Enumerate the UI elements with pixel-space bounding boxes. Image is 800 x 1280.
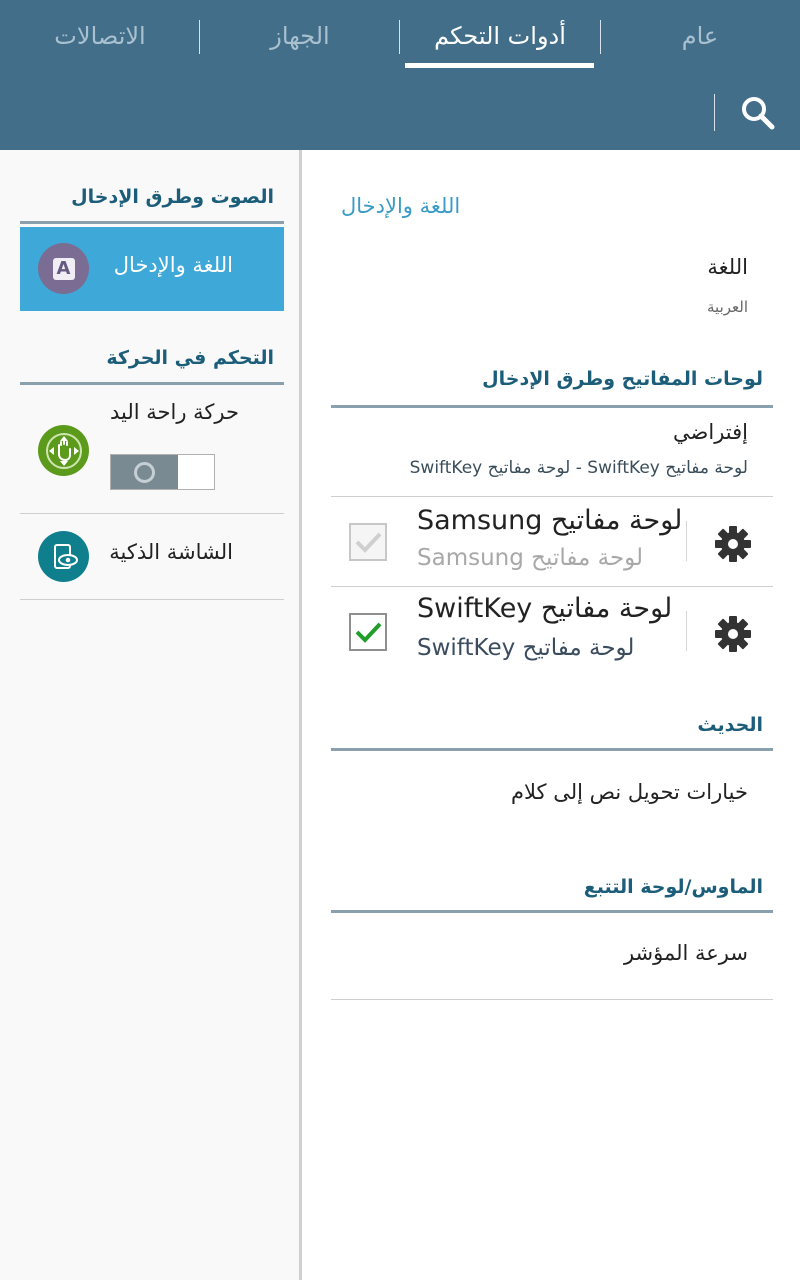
samsung-keyboard-subtitle: لوحة مفاتيح Samsung: [417, 545, 644, 571]
default-keyboard-value: لوحة مفاتيح SwiftKey - لوحة مفاتيح Swift…: [409, 458, 748, 478]
samsung-keyboard-title: لوحة مفاتيح Samsung: [417, 505, 683, 536]
swiftkey-keyboard-subtitle: لوحة مفاتيح SwiftKey: [417, 635, 635, 661]
list-divider: [20, 599, 284, 600]
keyboard-row-samsung: لوحة مفاتيح Samsung لوحة مفاتيح Samsung: [331, 497, 773, 587]
tts-options-label: خيارات تحويل نص إلى كلام: [511, 780, 748, 804]
tab-divider: [600, 20, 601, 54]
menu-item-smart-screen[interactable]: الشاشة الذكية: [20, 514, 284, 598]
tab-connections[interactable]: الاتصالات: [0, 0, 200, 72]
default-keyboard-setting[interactable]: إفتراضي لوحة مفاتيح SwiftKey - لوحة مفات…: [331, 408, 773, 496]
language-value: العربية: [707, 298, 748, 316]
breadcrumb: اللغة والإدخال: [341, 194, 461, 218]
search-button[interactable]: [728, 84, 788, 142]
tab-general[interactable]: عام: [600, 0, 800, 72]
active-tab-indicator: [405, 63, 594, 68]
gear-icon[interactable]: [713, 524, 753, 564]
samsung-keyboard-checkbox[interactable]: [349, 523, 387, 561]
settings-screen: عام أدوات التحكم الجهاز الاتصالات الصوت …: [0, 0, 800, 1280]
settings-detail: اللغة والإدخال اللغة العربية لوحات المفا…: [305, 150, 800, 1280]
swiftkey-keyboard-title: لوحة مفاتيح SwiftKey: [417, 593, 673, 624]
palm-motion-label: حركة راحة اليد: [110, 400, 239, 424]
toolbar-divider: [714, 94, 715, 131]
tts-options-setting[interactable]: خيارات تحويل نص إلى كلام: [331, 751, 773, 839]
menu-item-language-input[interactable]: A اللغة والإدخال: [20, 227, 284, 311]
smart-screen-icon: [38, 531, 89, 582]
row-divider: [686, 521, 687, 561]
menu-item-palm-motion[interactable]: حركة راحة اليد: [20, 388, 284, 512]
language-icon: A: [38, 243, 89, 294]
section-header-speech: الحديث: [331, 714, 773, 751]
language-setting[interactable]: اللغة العربية: [331, 240, 773, 330]
row-divider: [686, 611, 687, 651]
section-header-sound-input: الصوت وطرق الإدخال: [20, 186, 284, 224]
smart-screen-label: الشاشة الذكية: [109, 540, 233, 564]
menu-item-label: اللغة والإدخال: [113, 253, 233, 277]
swiftkey-keyboard-checkbox[interactable]: [349, 613, 387, 651]
pointer-speed-setting[interactable]: سرعة المؤشر: [331, 913, 773, 999]
pointer-speed-label: سرعة المؤشر: [623, 941, 748, 965]
palm-motion-toggle[interactable]: [110, 454, 215, 490]
top-tab-bar: عام أدوات التحكم الجهاز الاتصالات: [0, 0, 800, 150]
section-header-mouse: الماوس/لوحة التتبع: [331, 876, 773, 913]
gear-icon[interactable]: [713, 614, 753, 654]
tab-divider: [199, 20, 200, 54]
language-title: اللغة: [707, 255, 748, 279]
section-header-motion: التحكم في الحركة: [20, 347, 284, 385]
search-icon: [742, 97, 775, 130]
category-list: الصوت وطرق الإدخال A اللغة والإدخال التح…: [0, 150, 302, 1280]
toggle-knob: [111, 455, 178, 489]
language-icon-letter: A: [52, 257, 75, 280]
palm-motion-icon: [38, 425, 89, 476]
tab-device[interactable]: الجهاز: [200, 0, 400, 72]
section-header-keyboards: لوحات المفاتيح وطرق الإدخال: [331, 368, 773, 408]
keyboard-row-swiftkey: لوحة مفاتيح SwiftKey لوحة مفاتيح SwiftKe…: [331, 587, 773, 677]
tab-controls[interactable]: أدوات التحكم: [400, 0, 600, 72]
tab-divider: [399, 20, 400, 54]
default-keyboard-title: إفتراضي: [673, 420, 748, 444]
list-divider: [331, 999, 773, 1000]
